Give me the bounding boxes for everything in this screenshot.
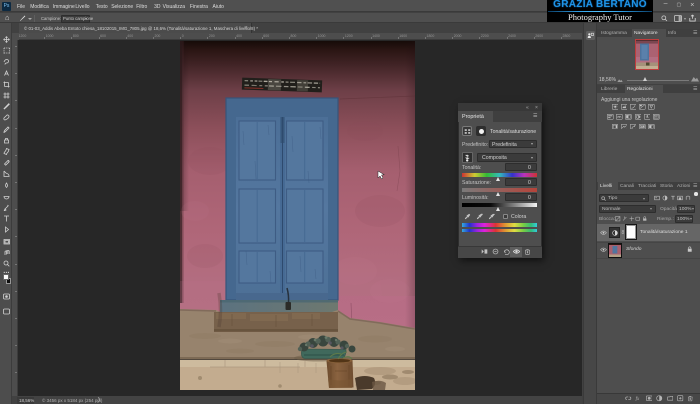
svg-text:fx: fx [636,397,640,401]
